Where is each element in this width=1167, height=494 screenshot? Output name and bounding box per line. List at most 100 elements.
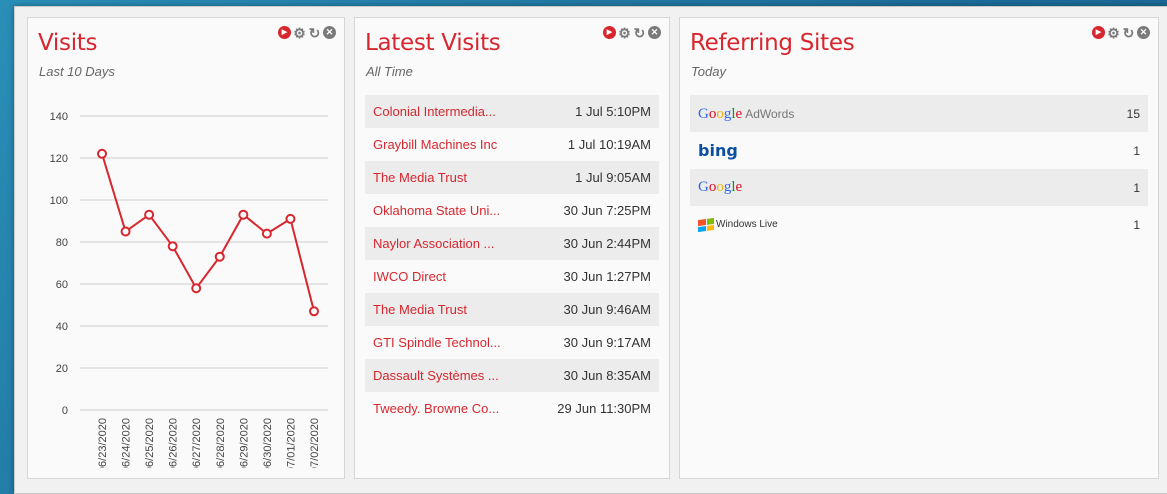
y-tick-label: 100 <box>50 195 68 207</box>
y-tick-label: 60 <box>56 279 68 291</box>
play-icon[interactable]: ▶ <box>1092 26 1105 39</box>
visit-time: 30 Jun 9:17AM <box>563 335 651 350</box>
visit-time: 30 Jun 7:25PM <box>563 203 651 218</box>
visit-row[interactable]: IWCO Direct 30 Jun 1:27PM <box>365 260 659 293</box>
bing-logo[interactable]: bing <box>698 141 738 160</box>
visit-company-link[interactable]: Graybill Machines Inc <box>373 137 497 152</box>
x-tick-label: 06/25/2020 <box>144 418 156 468</box>
x-tick-label: 06/27/2020 <box>191 418 203 468</box>
dashboard-frame: Visits Last 10 Days ▶ ⚙ ↻ ✕ 0 20 40 60 80 100… <box>14 6 1167 494</box>
y-tick-label: 20 <box>56 363 68 375</box>
visit-time: 30 Jun 1:27PM <box>563 269 651 284</box>
visit-row[interactable]: The Media Trust 30 Jun 9:46AM <box>365 293 659 326</box>
widget-subtitle: All Time <box>366 64 413 79</box>
visits-line-chart: 0 20 40 60 80 100 120 140 06/23/2020 06/24/2020 06… <box>50 111 328 468</box>
widget-subtitle: Last 10 Days <box>39 64 115 79</box>
x-tick-label: 06/26/2020 <box>168 418 180 468</box>
widget-toolbar: ▶ ⚙ ↻ ✕ <box>603 26 661 40</box>
refresh-icon[interactable]: ↻ <box>1122 26 1135 40</box>
referrer-row[interactable]: bing 1 <box>690 132 1148 169</box>
gear-icon[interactable]: ⚙ <box>618 26 631 40</box>
visit-row[interactable]: The Media Trust 1 Jul 9:05AM <box>365 161 659 194</box>
play-icon[interactable]: ▶ <box>278 26 291 39</box>
visit-time: 1 Jul 9:05AM <box>575 170 651 185</box>
visit-company-link[interactable]: The Media Trust <box>373 302 467 317</box>
google-wordmark: Google <box>698 105 743 122</box>
adwords-label: AdWords <box>745 106 795 121</box>
data-point[interactable] <box>144 209 155 220</box>
referrer-row[interactable]: Google AdWords 15 <box>690 95 1148 132</box>
gear-icon[interactable]: ⚙ <box>1107 26 1120 40</box>
visit-row[interactable]: Graybill Machines Inc 1 Jul 10:19AM <box>365 128 659 161</box>
widget-title: Referring Sites <box>690 30 855 56</box>
x-tick-label: 07/02/2020 <box>309 418 321 468</box>
google-adwords-logo[interactable]: Google AdWords <box>698 105 794 123</box>
visit-row[interactable]: Colonial Intermedia... 1 Jul 5:10PM <box>365 95 659 128</box>
widget-subtitle: Today <box>691 64 726 79</box>
refresh-icon[interactable]: ↻ <box>308 26 321 40</box>
data-point[interactable] <box>167 241 178 252</box>
visit-row[interactable]: Naylor Association ... 30 Jun 2:44PM <box>365 227 659 260</box>
y-tick-label: 40 <box>56 321 68 333</box>
x-tick-label: 06/23/2020 <box>97 418 109 468</box>
referrer-count: 1 <box>1133 143 1140 158</box>
visit-company-link[interactable]: Oklahoma State Uni... <box>373 203 500 218</box>
data-point[interactable] <box>285 213 296 224</box>
visit-company-link[interactable]: Tweedy. Browne Co... <box>373 401 499 416</box>
x-tick-label: 06/29/2020 <box>238 418 250 468</box>
visit-time: 30 Jun 8:35AM <box>563 368 651 383</box>
x-tick-label: 07/01/2020 <box>285 418 297 468</box>
visit-time: 30 Jun 9:46AM <box>563 302 651 317</box>
data-point[interactable] <box>238 209 249 220</box>
google-logo[interactable]: Google <box>698 179 742 196</box>
visit-company-link[interactable]: Colonial Intermedia... <box>373 104 496 119</box>
visits-widget: Visits Last 10 Days ▶ ⚙ ↻ ✕ 0 20 40 60 80 100… <box>27 17 345 479</box>
visit-row[interactable]: GTI Spindle Technol... 30 Jun 9:17AM <box>365 326 659 359</box>
widget-title: Visits <box>38 30 98 56</box>
data-point[interactable] <box>97 148 107 159</box>
close-icon[interactable]: ✕ <box>323 26 336 39</box>
play-icon[interactable]: ▶ <box>603 26 616 39</box>
referring-sites-widget: Referring Sites Today ▶ ⚙ ↻ ✕ Google AdWo… <box>679 17 1159 479</box>
visit-company-link[interactable]: Dassault Systèmes ... <box>373 368 499 383</box>
referrer-row[interactable]: Google 1 <box>690 169 1148 206</box>
visit-time: 1 Jul 5:10PM <box>575 104 651 119</box>
refresh-icon[interactable]: ↻ <box>633 26 646 40</box>
widget-toolbar: ▶ ⚙ ↻ ✕ <box>1092 26 1150 40</box>
x-tick-label: 06/28/2020 <box>215 418 227 468</box>
data-point[interactable] <box>120 226 131 237</box>
widget-toolbar: ▶ ⚙ ↻ ✕ <box>278 26 336 40</box>
visit-time: 1 Jul 10:19AM <box>567 137 651 152</box>
visit-company-link[interactable]: Naylor Association ... <box>373 236 494 251</box>
widget-title: Latest Visits <box>365 30 501 56</box>
gear-icon[interactable]: ⚙ <box>293 26 306 40</box>
x-tick-label: 06/30/2020 <box>262 418 274 468</box>
visit-company-link[interactable]: The Media Trust <box>373 170 467 185</box>
y-tick-label: 120 <box>50 153 68 165</box>
referrer-count: 1 <box>1133 180 1140 195</box>
windows-flag-icon <box>698 217 714 232</box>
data-point[interactable] <box>191 283 202 294</box>
windows-live-logo[interactable]: Windows Live <box>698 217 778 232</box>
visit-row[interactable]: Tweedy. Browne Co... 29 Jun 11:30PM <box>365 392 659 425</box>
close-icon[interactable]: ✕ <box>648 26 661 39</box>
visit-time: 29 Jun 11:30PM <box>557 401 651 416</box>
visit-row[interactable]: Dassault Systèmes ... 30 Jun 8:35AM <box>365 359 659 392</box>
y-tick-label: 0 <box>62 405 68 417</box>
windows-live-label: Windows Live <box>716 219 778 230</box>
data-point[interactable] <box>261 228 272 239</box>
referrer-row[interactable]: Windows Live 1 <box>690 206 1148 243</box>
data-point[interactable] <box>309 306 319 317</box>
x-tick-label: 06/24/2020 <box>121 418 133 468</box>
y-tick-label: 140 <box>50 111 68 123</box>
y-tick-label: 80 <box>56 237 68 249</box>
referrer-count: 1 <box>1133 217 1140 232</box>
visit-time: 30 Jun 2:44PM <box>563 236 651 251</box>
referrer-count: 15 <box>1126 106 1140 121</box>
latest-visits-widget: Latest Visits All Time ▶ ⚙ ↻ ✕ Colonial … <box>354 17 670 479</box>
close-icon[interactable]: ✕ <box>1137 26 1150 39</box>
visit-row[interactable]: Oklahoma State Uni... 30 Jun 7:25PM <box>365 194 659 227</box>
data-point[interactable] <box>214 251 225 262</box>
visit-company-link[interactable]: GTI Spindle Technol... <box>373 335 501 350</box>
visit-company-link[interactable]: IWCO Direct <box>373 269 446 284</box>
